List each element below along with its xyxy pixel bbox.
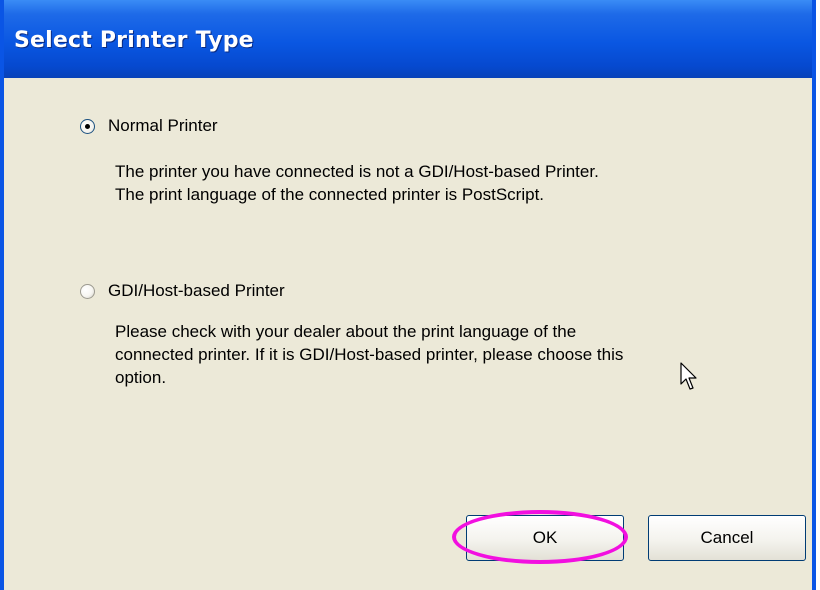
option-label-normal-printer[interactable]: Normal Printer bbox=[108, 116, 218, 136]
window-title: Select Printer Type bbox=[14, 28, 254, 53]
radio-button-checked[interactable] bbox=[80, 118, 95, 134]
option-label-gdi-printer[interactable]: GDI/Host-based Printer bbox=[108, 281, 285, 301]
option-description-gdi-printer: Please check with your dealer about the … bbox=[115, 322, 624, 387]
radio-button-unchecked[interactable] bbox=[80, 283, 95, 299]
mouse-pointer-icon bbox=[680, 362, 697, 390]
title-bar[interactable]: Select Printer Type bbox=[4, 0, 812, 78]
radio-dot bbox=[85, 123, 90, 129]
option-description-normal-printer: The printer you have connected is not a … bbox=[115, 162, 599, 204]
ok-button[interactable]: OK bbox=[466, 515, 624, 561]
radio-option-gdi-printer[interactable]: GDI/Host-based Printer bbox=[80, 281, 285, 301]
dialog-window: Select Printer Type Normal Printer The p… bbox=[0, 0, 816, 590]
cancel-button[interactable]: Cancel bbox=[648, 515, 806, 561]
radio-option-normal-printer[interactable]: Normal Printer bbox=[80, 116, 218, 136]
